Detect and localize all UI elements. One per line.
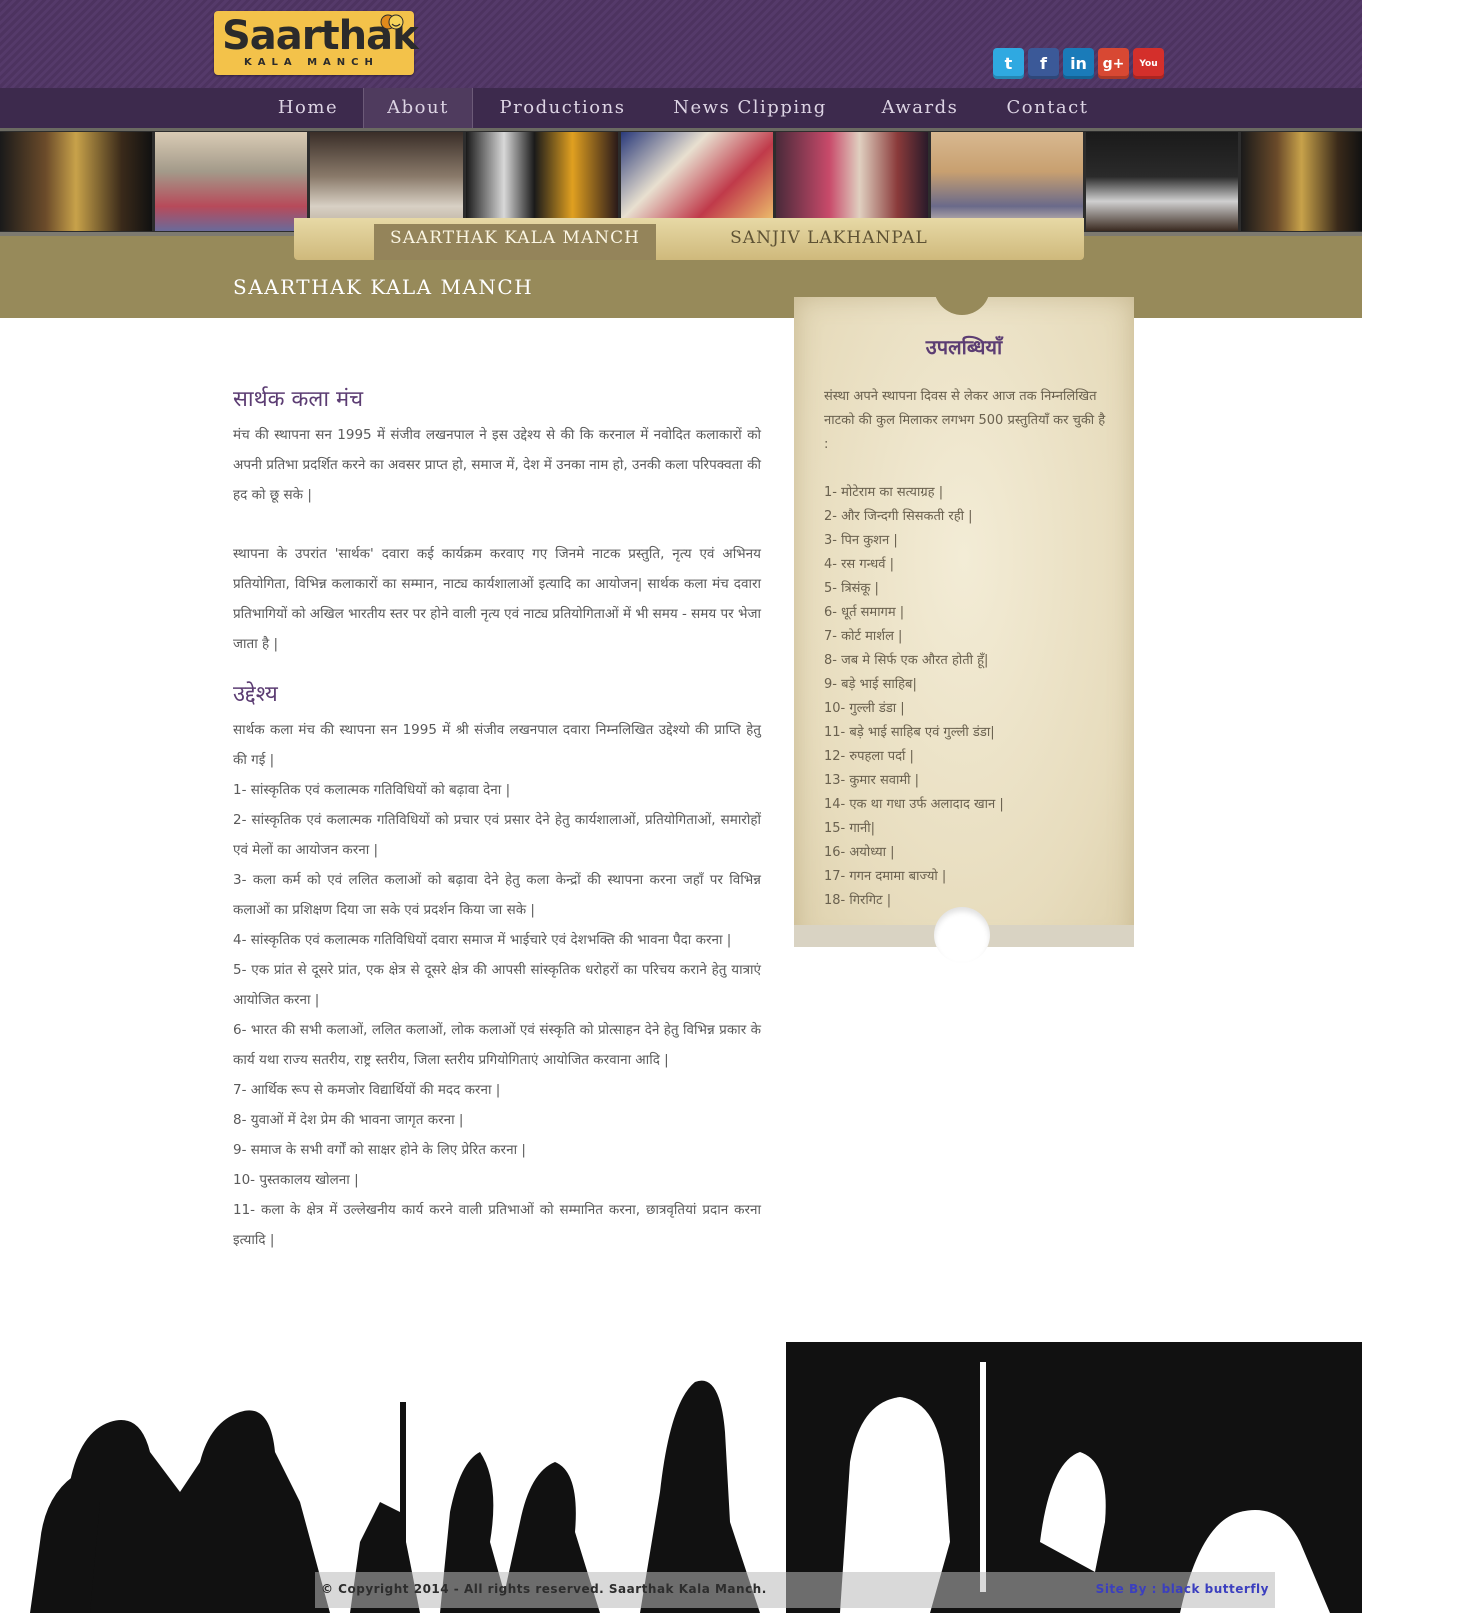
panel-notch — [934, 287, 990, 315]
strip-photo — [310, 132, 463, 231]
play-item: 10- गुल्ली डंडा | — [824, 701, 905, 716]
achievements-intro: संस्था अपने स्थापना दिवस से लेकर आज तक न… — [824, 389, 1106, 452]
theatre-masks-icon — [380, 14, 404, 30]
objective-item: 11- कला के क्षेत्र में उल्लेखनीय कार्य क… — [233, 1202, 761, 1248]
strip-photo — [466, 132, 618, 231]
subtab-sanjiv-lakhanpal[interactable]: SANJIV LAKHANPAL — [724, 224, 934, 260]
page-title: SAARTHAK KALA MANCH — [233, 275, 534, 299]
activities-paragraph: स्थापना के उपरांत 'सार्थक' दवारा कई कार्… — [233, 546, 761, 652]
strip-photo — [621, 132, 773, 231]
linkedin-icon[interactable]: in — [1063, 48, 1094, 79]
plays-list: 1- मोटेराम का सत्याग्रह | 2- और जिन्दगी स… — [824, 481, 1004, 913]
logo-subtitle: KALA MANCH — [244, 57, 379, 68]
social-links: t f in g+ You — [993, 48, 1164, 79]
play-item: 17- गगन दमामा बाज्यो | — [824, 869, 947, 884]
google-plus-icon[interactable]: g+ — [1098, 48, 1129, 79]
twitter-icon[interactable]: t — [993, 48, 1024, 79]
play-item: 14- एक था गधा उर्फ अलादाद खान | — [824, 797, 1004, 812]
play-item: 3- पिन कुशन | — [824, 533, 898, 548]
objective-item: 10- पुस्तकालय खोलना | — [233, 1172, 359, 1188]
play-item: 11- बड़े भाई साहिब एवं गुल्ली डंडा| — [824, 725, 995, 740]
objectives-heading: उद्देश्य — [233, 682, 278, 707]
play-item: 15- गानी| — [824, 821, 876, 836]
site-header: Saarthak KALA MANCH t f in g+ You — [0, 0, 1362, 88]
nav-contact[interactable]: Contact — [995, 88, 1100, 128]
play-item: 5- त्रिसंकू | — [824, 581, 879, 596]
objective-item: 6- भारत की सभी कलाओं, ललित कलाओं, लोक कल… — [233, 1022, 761, 1068]
achievements-title: उपलब्धियाँ — [925, 335, 1003, 359]
strip-photo — [155, 132, 307, 231]
nav-about[interactable]: About — [363, 88, 473, 128]
main-nav: Home About Productions News Clipping Awa… — [0, 88, 1362, 131]
main-content: सार्थक कला मंच मंच की स्थापना सन 1995 मे… — [233, 380, 761, 1255]
strip-photo — [1086, 132, 1238, 231]
play-item: 16- अयोध्या | — [824, 845, 895, 860]
copyright-bar: © Copyright 2014 - All rights reserved. … — [315, 1572, 1275, 1608]
nav-awards[interactable]: Awards — [865, 88, 975, 128]
sub-nav: SAARTHAK KALA MANCH SANJIV LAKHANPAL — [294, 218, 1084, 260]
play-item: 12- रुपहला पर्दा | — [824, 749, 914, 764]
objective-item: 5- एक प्रांत से दूसरे प्रांत, एक क्षेत्र… — [233, 962, 761, 1008]
site-credit-link[interactable]: Site By : black butterfly — [1096, 1582, 1269, 1596]
subtab-saarthak-kala-manch[interactable]: SAARTHAK KALA MANCH — [374, 224, 656, 260]
objective-item: 8- युवाओं में देश प्रेम की भावना जागृत क… — [233, 1112, 464, 1128]
panel-notch — [934, 907, 990, 963]
objective-item: 9- समाज के सभी वर्गों को साक्षर होने के … — [233, 1142, 526, 1158]
strip-photo — [931, 132, 1083, 231]
play-item: 18- गिरगिट | — [824, 893, 892, 908]
nav-home[interactable]: Home — [258, 88, 358, 128]
section-heading: सार्थक कला मंच — [233, 387, 364, 412]
strip-photo — [1241, 132, 1362, 231]
youtube-icon[interactable]: You — [1133, 48, 1164, 79]
nav-productions[interactable]: Productions — [485, 88, 640, 128]
copyright-text: © Copyright 2014 - All rights reserved. … — [321, 1582, 767, 1596]
objectives-list: 1- सांस्कृतिक एवं कलात्मक गतिविधियों को … — [233, 775, 761, 1255]
site-logo[interactable]: Saarthak KALA MANCH — [214, 11, 419, 75]
objective-item: 1- सांस्कृतिक एवं कलात्मक गतिविधियों को … — [233, 782, 511, 798]
facebook-icon[interactable]: f — [1028, 48, 1059, 79]
strip-photo — [776, 132, 928, 231]
play-item: 6- धूर्त समागम | — [824, 605, 905, 620]
play-item: 8- जब मे सिर्फ एक औरत होती हूँ| — [824, 653, 989, 668]
play-item: 13- कुमार सवामी | — [824, 773, 919, 788]
play-item: 4- रस गन्धर्व | — [824, 557, 894, 572]
nav-news-clipping[interactable]: News Clipping — [660, 88, 840, 128]
intro-paragraph: मंच की स्थापना सन 1995 में संजीव लखनपाल … — [233, 427, 761, 503]
objective-item: 4- सांस्कृतिक एवं कलात्मक गतिविधियों दवा… — [233, 932, 732, 948]
play-item: 7- कोर्ट मार्शल | — [824, 629, 903, 644]
objective-item: 3- कला कर्म को एवं ललित कलाओं को बढ़ावा … — [233, 872, 761, 918]
play-item: 1- मोटेराम का सत्याग्रह | — [824, 485, 944, 500]
play-item: 2- और जिन्दगी सिसकती रही | — [824, 509, 973, 524]
strip-photo — [0, 132, 152, 231]
play-item: 9- बड़े भाई साहिब| — [824, 677, 917, 692]
objective-item: 7- आर्थिक रूप से कमजोर विद्यार्थियों की … — [233, 1082, 501, 1098]
achievements-panel: उपलब्धियाँ संस्था अपने स्थापना दिवस से ल… — [794, 287, 1134, 963]
objective-item: 2- सांस्कृतिक एवं कलात्मक गतिविधियों को … — [233, 812, 761, 858]
objectives-intro: सार्थक कला मंच की स्थापना सन 1995 में श्… — [233, 722, 761, 768]
